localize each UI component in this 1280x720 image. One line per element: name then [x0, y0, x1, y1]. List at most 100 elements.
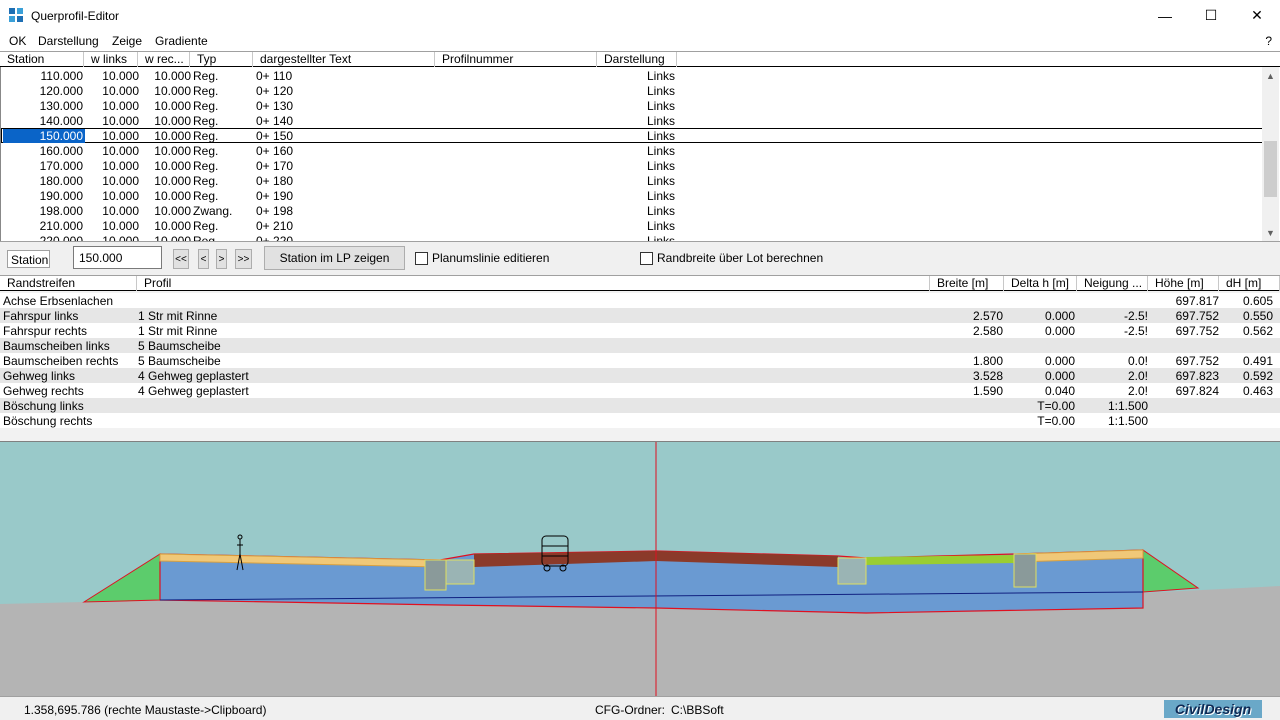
minimize-button[interactable]: —: [1142, 0, 1188, 31]
cell-w-rechts: 10.000: [154, 159, 191, 173]
cell-w-rechts: 10.000: [154, 144, 191, 158]
cell-w-rechts: 10.000: [154, 69, 191, 83]
scroll-down-icon[interactable]: ▼: [1262, 224, 1279, 241]
menu-darstellung[interactable]: Darstellung: [38, 34, 99, 48]
table-row[interactable]: 180.000 10.000 10.000 Reg. 0+ 180 Links: [1, 173, 1262, 188]
nav-prev-button[interactable]: <: [198, 249, 209, 269]
cell-hoehe: 697.817: [1175, 294, 1219, 308]
table-row[interactable]: 198.000 10.000 10.000 Zwang. 0+ 198 Links: [1, 203, 1262, 218]
cross-section-canvas[interactable]: [0, 441, 1280, 697]
table-row[interactable]: 210.000 10.000 10.000 Reg. 0+ 210 Links: [1, 218, 1262, 233]
checkbox-icon[interactable]: [640, 251, 653, 265]
list-item[interactable]: Baumscheiben links 5 Baumscheibe: [0, 338, 1280, 353]
maximize-icon: ☐: [1204, 7, 1218, 23]
menu-bar: OK Darstellung Zeige Gradiente ?: [0, 31, 1280, 51]
cell-typ: Reg.: [193, 84, 219, 98]
col-typ[interactable]: Typ: [190, 52, 253, 67]
table-row[interactable]: 160.000 10.000 10.000 Reg. 0+ 160 Links: [1, 143, 1262, 158]
cell-w-links: 10.000: [102, 159, 139, 173]
table-row[interactable]: 220.000 10.000 10.000 Reg. 0+ 220 Links: [1, 233, 1262, 241]
randstreifen-table-header: Randstreifen Profil Breite [m] Delta h […: [0, 275, 1280, 291]
cell-name: Baumscheiben links: [3, 339, 110, 353]
cell-text: 0+ 170: [256, 159, 294, 173]
list-item[interactable]: Böschung rechts T=0.00 1:1.500: [0, 413, 1280, 428]
cell-hoehe: 697.752: [1175, 354, 1219, 368]
edit-planum-checkbox[interactable]: Planumslinie editieren: [415, 251, 549, 265]
cell-hoehe: 697.752: [1175, 324, 1219, 338]
col-dh[interactable]: dH [m]: [1219, 276, 1280, 291]
menu-ok[interactable]: OK: [9, 34, 26, 48]
cell-name: Fahrspur links: [3, 309, 79, 323]
scroll-thumb[interactable]: [1264, 141, 1277, 197]
list-item[interactable]: Böschung links T=0.00 1:1.500: [0, 398, 1280, 413]
station-input[interactable]: [73, 246, 162, 269]
menu-help[interactable]: ?: [1265, 34, 1272, 48]
station-table[interactable]: 110.000 10.000 10.000 Reg. 0+ 110 Links 120.00…: [0, 67, 1262, 241]
table-row[interactable]: 170.000 10.000 10.000 Reg. 0+ 170 Links: [1, 158, 1262, 173]
list-item[interactable]: Fahrspur rechts 1 Str mit Rinne 2.580 0.000…: [0, 323, 1280, 338]
cell-text: 0+ 140: [256, 114, 294, 128]
cell-breite: 1.590: [972, 384, 1003, 398]
cell-station: 198.000: [39, 204, 83, 218]
tree-pit-right: [837, 557, 867, 585]
cell-station: 180.000: [39, 174, 83, 188]
table-row[interactable]: 130.000 10.000 10.000 Reg. 0+ 130 Links: [1, 98, 1262, 113]
nav-last-button[interactable]: >>: [235, 249, 252, 269]
scroll-up-icon[interactable]: ▲: [1262, 67, 1279, 84]
col-hoehe[interactable]: Höhe [m]: [1148, 276, 1219, 291]
station-label: Station: [7, 250, 50, 268]
list-item[interactable]: Achse Erbsenlachen 697.817 0.605: [0, 293, 1280, 308]
station-scrollbar[interactable]: ▲ ▼: [1262, 67, 1279, 241]
cell-w-links: 10.000: [102, 144, 139, 158]
checkbox-icon[interactable]: [415, 251, 428, 265]
left-slope: [82, 553, 161, 603]
window-title: Querprofil-Editor: [31, 9, 120, 23]
maximize-button[interactable]: ☐: [1188, 0, 1234, 31]
cell-name: Böschung rechts: [3, 414, 93, 428]
table-row[interactable]: 140.000 10.000 10.000 Reg. 0+ 140 Links: [1, 113, 1262, 128]
col-w-rechts[interactable]: w rec...: [138, 52, 190, 67]
cell-delta-h: T=0.00: [1037, 399, 1075, 413]
col-randstreifen[interactable]: Randstreifen: [0, 276, 137, 291]
status-bar: 1.358,695.786 (rechte Maustaste->Clipboa…: [0, 696, 1280, 720]
table-row[interactable]: 150.000 10.000 10.000 Reg. 0+ 150 Links: [1, 128, 1262, 143]
table-row[interactable]: 190.000 10.000 10.000 Reg. 0+ 190 Links: [1, 188, 1262, 203]
list-item[interactable]: Baumscheiben rechts 5 Baumscheibe 1.800 0.0…: [0, 353, 1280, 368]
col-w-links[interactable]: w links: [84, 52, 138, 67]
nav-first-button[interactable]: <<: [173, 249, 189, 269]
cell-neigung: 1:1.500: [1107, 399, 1148, 413]
randbreite-checkbox[interactable]: Randbreite über Lot berechnen: [640, 251, 823, 265]
col-breite[interactable]: Breite [m]: [930, 276, 1004, 291]
cell-dH: 0.463: [1242, 384, 1273, 398]
table-row[interactable]: 110.000 10.000 10.000 Reg. 0+ 110 Links: [1, 68, 1262, 83]
col-station[interactable]: Station: [0, 52, 84, 67]
show-station-lp-button[interactable]: Station im LP zeigen: [264, 246, 405, 270]
cross-section-drawing[interactable]: [0, 442, 1280, 697]
col-profil[interactable]: Profil: [137, 276, 930, 291]
table-row[interactable]: 120.000 10.000 10.000 Reg. 0+ 120 Links: [1, 83, 1262, 98]
list-item[interactable]: Fahrspur links 1 Str mit Rinne 2.570 0.000 -…: [0, 308, 1280, 323]
cell-breite: 1.800: [972, 354, 1003, 368]
status-coordinate[interactable]: 1.358,695.786 (rechte Maustaste->Clipboa…: [24, 703, 266, 717]
col-delta-h[interactable]: Delta h [m]: [1004, 276, 1077, 291]
col-neigung[interactable]: Neigung ...: [1077, 276, 1148, 291]
cell-breite: 2.580: [972, 324, 1003, 338]
list-item[interactable]: Gehweg rechts 4 Gehweg geplastert 1.590 0.0…: [0, 383, 1280, 398]
cell-text: 0+ 120: [256, 84, 294, 98]
menu-gradiente[interactable]: Gradiente: [155, 34, 208, 48]
nav-next-button[interactable]: >: [216, 249, 227, 269]
menu-zeige[interactable]: Zeige: [112, 34, 142, 48]
randstreifen-table[interactable]: Achse Erbsenlachen 697.817 0.605 Fahrspur l…: [0, 291, 1280, 441]
cell-darstellung: Links: [647, 129, 676, 143]
cell-typ: Reg.: [193, 174, 219, 188]
close-button[interactable]: ✕: [1234, 0, 1280, 31]
list-item[interactable]: Gehweg links 4 Gehweg geplastert 3.528 0.00…: [0, 368, 1280, 383]
col-darstellung[interactable]: Darstellung: [597, 52, 677, 67]
cell-typ: Reg.: [193, 159, 219, 173]
cell-w-rechts: 10.000: [154, 129, 191, 143]
cell-text: 0+ 160: [256, 144, 294, 158]
col-dargestellter-text[interactable]: dargestellter Text: [253, 52, 435, 67]
col-profilnummer[interactable]: Profilnummer: [435, 52, 597, 67]
curb-right: [1013, 553, 1037, 588]
cell-profil: 5 Baumscheibe: [138, 339, 221, 353]
